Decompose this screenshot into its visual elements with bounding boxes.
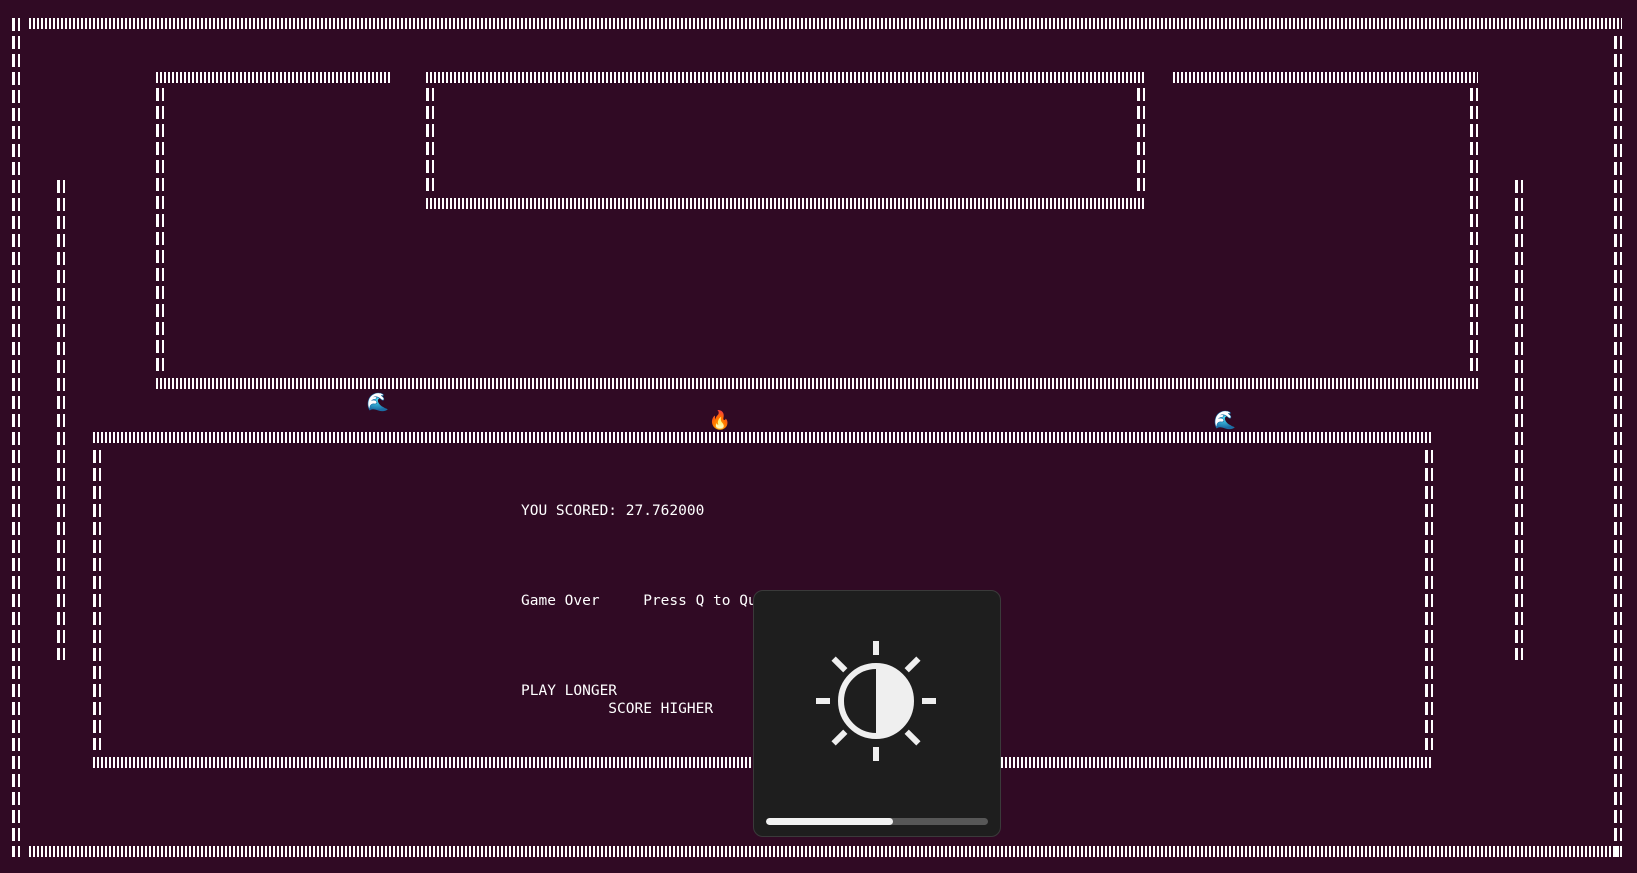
outer-wall-top	[29, 18, 1622, 29]
fire-player-icon: 🔥	[708, 409, 732, 431]
middle-box-left	[426, 88, 434, 196]
upper-enclosure-left	[156, 88, 164, 374]
upper-right-wall-top	[1173, 72, 1478, 83]
inner-wall-right	[1515, 180, 1523, 660]
upper-enclosure-right	[1470, 88, 1478, 374]
tagline-line-2: SCORE HIGHER	[521, 701, 714, 717]
inner-wall-left	[57, 180, 65, 660]
middle-box-bottom	[426, 198, 1145, 209]
brightness-level-fill	[766, 818, 893, 825]
lower-enclosure-left	[93, 450, 101, 750]
brightness-icon	[816, 641, 936, 761]
wave-enemy-icon: 🌊	[366, 391, 390, 413]
lower-enclosure-right	[1425, 450, 1433, 750]
game-over-text: Game Over Press Q to Quit	[521, 593, 775, 609]
middle-box-right	[1137, 88, 1145, 196]
brightness-level-bar	[766, 818, 988, 825]
lower-enclosure-top	[93, 432, 1433, 443]
outer-wall-left	[12, 18, 20, 857]
upper-left-wall-top	[156, 72, 390, 83]
tagline-line-1: PLAY LONGER	[521, 683, 618, 699]
upper-enclosure-bottom	[156, 378, 1478, 389]
brightness-osd	[753, 590, 1001, 837]
middle-box-top	[426, 72, 1145, 83]
wave-enemy-icon: 🌊	[1213, 409, 1237, 431]
score-text: YOU SCORED: 27.762000	[521, 503, 705, 519]
outer-wall-bottom	[29, 846, 1622, 857]
outer-wall-right	[1614, 36, 1622, 857]
